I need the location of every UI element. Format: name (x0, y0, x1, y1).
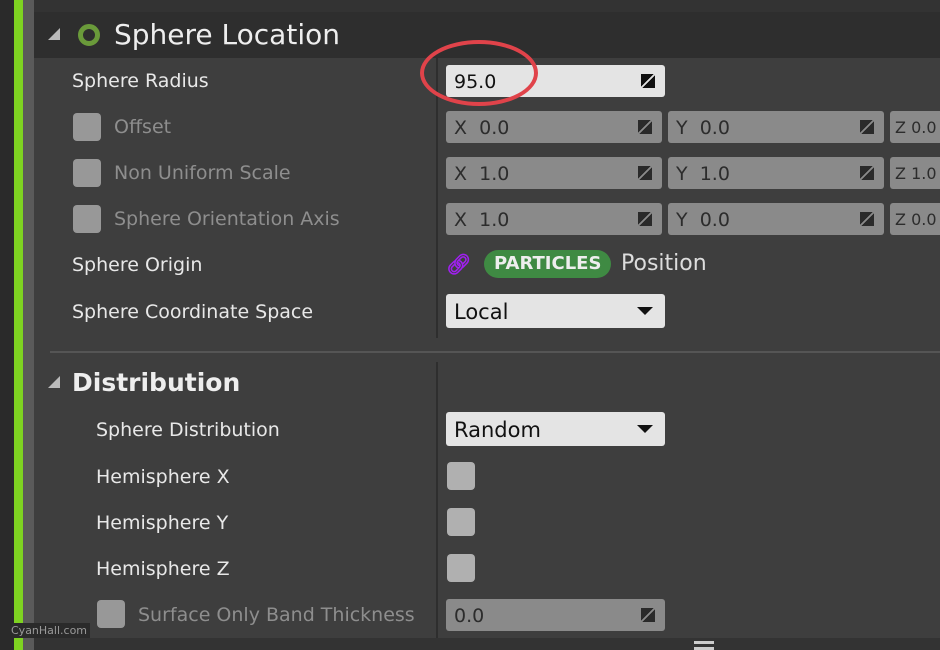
axis-value: 0.0 (699, 117, 730, 139)
scale-z-input[interactable]: Z 1.0 (890, 157, 940, 189)
surface-band-thickness-input[interactable]: 0.0 (446, 599, 665, 631)
link-icon[interactable]: 🔗︎ (446, 252, 471, 276)
frame-strip (23, 0, 34, 650)
surface-band-override-checkbox[interactable] (97, 600, 125, 628)
axis-label: X (454, 117, 468, 139)
column-divider[interactable] (436, 362, 438, 638)
accent-bar (14, 0, 23, 650)
scale-y-input[interactable]: Y 1.0 (668, 157, 884, 189)
distribution-category-title[interactable]: Distribution (72, 368, 240, 397)
spin-drag-icon[interactable] (638, 166, 652, 180)
chevron-down-icon (637, 425, 653, 433)
axis-label: Y (676, 117, 688, 139)
axis-value: 1.0 (699, 163, 730, 185)
axis-label: Y (676, 163, 688, 185)
spin-drag-icon[interactable] (641, 608, 655, 622)
axis-label: Z (895, 118, 906, 137)
hemisphere-z-label: Hemisphere Z (96, 558, 230, 580)
scale-label: Non Uniform Scale (114, 162, 291, 184)
axis-y-input[interactable]: Y 0.0 (668, 203, 884, 235)
module-enabled-icon[interactable] (78, 24, 100, 46)
hemisphere-y-checkbox[interactable] (447, 508, 475, 536)
details-panel (34, 58, 940, 638)
axis-value: 0.0 (479, 117, 510, 139)
outer-frame (0, 0, 14, 650)
dropdown-value: Random (454, 418, 541, 442)
offset-label: Offset (114, 116, 172, 138)
sphere-coordinate-space-label: Sphere Coordinate Space (72, 301, 314, 323)
column-divider[interactable] (436, 58, 438, 338)
axis-label: Y (676, 209, 688, 231)
collapse-triangle-icon[interactable] (48, 376, 60, 388)
axis-value: 0.0 (911, 118, 937, 137)
axis-value: 1.0 (479, 209, 510, 231)
axis-z-input[interactable]: Z 0.0 (890, 203, 940, 235)
axis-x-input[interactable]: X 1.0 (446, 203, 662, 235)
hemisphere-x-label: Hemisphere X (96, 466, 230, 488)
axis-value: 1.0 (479, 163, 510, 185)
sphere-origin-value[interactable]: Position (621, 251, 707, 276)
spin-drag-icon[interactable] (641, 74, 655, 88)
axis-value: 0.0 (911, 210, 937, 229)
hemisphere-x-checkbox[interactable] (447, 462, 475, 490)
axis-label: Sphere Orientation Axis (114, 208, 340, 230)
sphere-distribution-label: Sphere Distribution (96, 419, 280, 441)
axis-label: X (454, 209, 468, 231)
particles-namespace-badge: PARTICLES (484, 250, 612, 278)
scale-x-input[interactable]: X 1.0 (446, 157, 662, 189)
axis-value: 0.0 (699, 209, 730, 231)
axis-override-checkbox[interactable] (73, 205, 101, 233)
spin-drag-icon[interactable] (638, 212, 652, 226)
offset-override-checkbox[interactable] (73, 113, 101, 141)
axis-label: Z (895, 164, 906, 183)
field-value: 0.0 (454, 605, 485, 627)
watermark: CyanHall.com (8, 623, 91, 638)
offset-z-input[interactable]: Z 0.0 (890, 111, 940, 143)
resize-handle-icon[interactable] (694, 641, 714, 650)
scale-override-checkbox[interactable] (73, 159, 101, 187)
offset-y-input[interactable]: Y 0.0 (668, 111, 884, 143)
sphere-distribution-dropdown[interactable]: Random (446, 412, 665, 446)
hemisphere-y-label: Hemisphere Y (96, 512, 229, 534)
spin-drag-icon[interactable] (638, 120, 652, 134)
section-divider (50, 351, 940, 353)
bottom-border (34, 638, 940, 650)
dropdown-value: Local (454, 300, 509, 324)
top-border (34, 0, 940, 12)
sphere-origin-label: Sphere Origin (72, 254, 203, 276)
sphere-radius-label: Sphere Radius (72, 70, 209, 92)
axis-value: 1.0 (911, 164, 937, 183)
section-title: Sphere Location (114, 18, 340, 51)
spin-drag-icon[interactable] (860, 166, 874, 180)
hemisphere-z-checkbox[interactable] (447, 554, 475, 582)
chevron-down-icon (637, 307, 653, 315)
highlight-circle (420, 40, 538, 106)
offset-x-input[interactable]: X 0.0 (446, 111, 662, 143)
surface-band-thickness-label: Surface Only Band Thickness (138, 604, 415, 626)
collapse-triangle-icon[interactable] (48, 28, 60, 40)
axis-label: X (454, 163, 468, 185)
spin-drag-icon[interactable] (860, 212, 874, 226)
axis-label: Z (895, 210, 906, 229)
spin-drag-icon[interactable] (860, 120, 874, 134)
sphere-coordinate-space-dropdown[interactable]: Local (446, 294, 665, 328)
